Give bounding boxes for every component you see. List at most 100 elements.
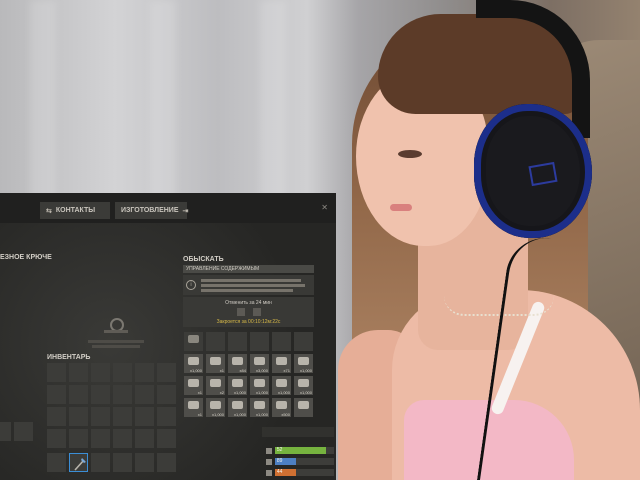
loot-item-icon [254,379,265,387]
hotbar-slot[interactable] [69,453,88,472]
search-slot[interactable] [250,332,269,351]
search-slot[interactable]: x1,000 [272,376,291,395]
game-top-bar: ⇆ КОНТАКТЫ ИЗГОТОВЛЕНИЕ ⇥ ✕ [0,193,336,223]
inventory-slot[interactable] [135,407,154,426]
stack-quantity: x1,000 [299,368,312,373]
search-slot[interactable]: x1,000 [250,376,269,395]
inventory-slot[interactable] [113,363,132,382]
craft-arrow-icon: ⇥ [182,207,189,215]
container-header: УПРАВЛЕНИЕ СОДЕРЖИМЫМ [183,265,314,273]
search-slot[interactable] [206,332,225,351]
loot-item-icon [276,401,287,409]
loot-item-icon [210,379,221,387]
search-slot[interactable]: x2 [206,376,225,395]
loot-item-icon [210,401,221,409]
inventory-slot[interactable] [91,363,110,382]
inventory-slot[interactable] [47,363,66,382]
hotbar-slot[interactable] [135,453,154,472]
search-slot[interactable] [228,332,247,351]
inventory-slot[interactable] [157,363,176,382]
stack-quantity: x1,000 [233,390,246,395]
water-icon [266,458,272,465]
player-stats: 52 89 44 [266,446,334,479]
timer-countdown: Закроется за 00:10:12м:22с [216,319,281,325]
search-slot[interactable] [294,332,313,351]
inventory-slot[interactable] [91,385,110,404]
loot-item-icon [232,379,243,387]
loot-item-icon [254,357,265,365]
timer-item-icon [237,308,245,316]
inventory-slot[interactable] [91,407,110,426]
search-slot[interactable]: x1,000 [294,376,313,395]
inventory-slot[interactable] [135,363,154,382]
side-slot[interactable] [14,422,33,441]
search-slot[interactable]: x71 [272,354,291,373]
inventory-slot[interactable] [69,407,88,426]
loot-item-icon [188,379,199,387]
search-slot[interactable] [272,332,291,351]
health-icon [266,447,272,454]
inventory-slot[interactable] [157,385,176,404]
water-stat: 89 [266,457,334,466]
hook-title: ЕЗНОЕ КРЮЧЕ [0,254,52,261]
search-slot[interactable]: x1,000 [250,398,269,417]
item-preview-note [92,345,140,348]
loot-item-icon [276,357,287,365]
search-slot[interactable]: x1,000 [206,398,225,417]
inventory-slot[interactable] [157,429,176,448]
health-value: 52 [276,447,283,453]
inventory-slot[interactable] [47,407,66,426]
inventory-slot[interactable] [69,385,88,404]
search-slot[interactable]: x1,000 [294,354,313,373]
search-slot[interactable]: x1,000 [228,376,247,395]
inventory-slot[interactable] [91,429,110,448]
search-slot[interactable]: x84 [228,354,247,373]
search-slot[interactable] [184,332,203,351]
stack-quantity: x1,000 [255,390,268,395]
inventory-slot[interactable] [113,429,132,448]
info-icon: i [186,280,196,290]
inventory-slot[interactable] [113,385,132,404]
inventory-slot[interactable] [47,429,66,448]
info-text-line [201,284,305,287]
search-slot[interactable] [294,398,313,417]
hotbar-slot[interactable] [47,453,66,472]
inventory-slot[interactable] [113,407,132,426]
stack-quantity: x3,000 [255,368,268,373]
hotbar-slot[interactable] [91,453,110,472]
loot-item-icon [298,401,309,409]
item-preview-note [88,340,144,343]
tab-crafting-label: ИЗГОТОВЛЕНИЕ [121,207,179,214]
side-slot[interactable] [0,422,11,441]
timer-label: Отменить за 24 мин [225,300,272,306]
loot-item-icon [210,357,221,365]
inventory-slot[interactable] [157,407,176,426]
loot-item-icon [232,357,243,365]
stack-quantity: x1,000 [211,412,224,417]
inventory-slot[interactable] [69,429,88,448]
search-slot[interactable]: x1,000 [184,354,203,373]
inventory-slot[interactable] [47,385,66,404]
close-icon[interactable]: ✕ [321,203,328,212]
food-value: 44 [276,469,283,475]
hotbar-slot[interactable] [113,453,132,472]
hotbar-slot[interactable] [157,453,176,472]
search-slot[interactable]: x1 [184,376,203,395]
loot-item-icon [232,401,243,409]
search-slot[interactable]: x3,000 [250,354,269,373]
stack-quantity: x1,000 [233,412,246,417]
inventory-slot[interactable] [135,429,154,448]
take-all-button[interactable] [262,427,334,437]
tab-contacts[interactable]: ⇆ КОНТАКТЫ [40,202,110,219]
tab-crafting[interactable]: ИЗГОТОВЛЕНИЕ ⇥ [115,202,189,219]
search-slot[interactable]: x1 [184,398,203,417]
search-slot[interactable]: x500 [272,398,291,417]
search-slot[interactable]: x1 [206,354,225,373]
health-stat: 52 [266,446,334,455]
inventory-slot[interactable] [135,385,154,404]
inventory-slot[interactable] [69,363,88,382]
stack-quantity: x71 [283,368,290,373]
search-slot[interactable]: x1,000 [228,398,247,417]
loot-item-icon [298,379,309,387]
stack-quantity: x1,000 [255,412,268,417]
